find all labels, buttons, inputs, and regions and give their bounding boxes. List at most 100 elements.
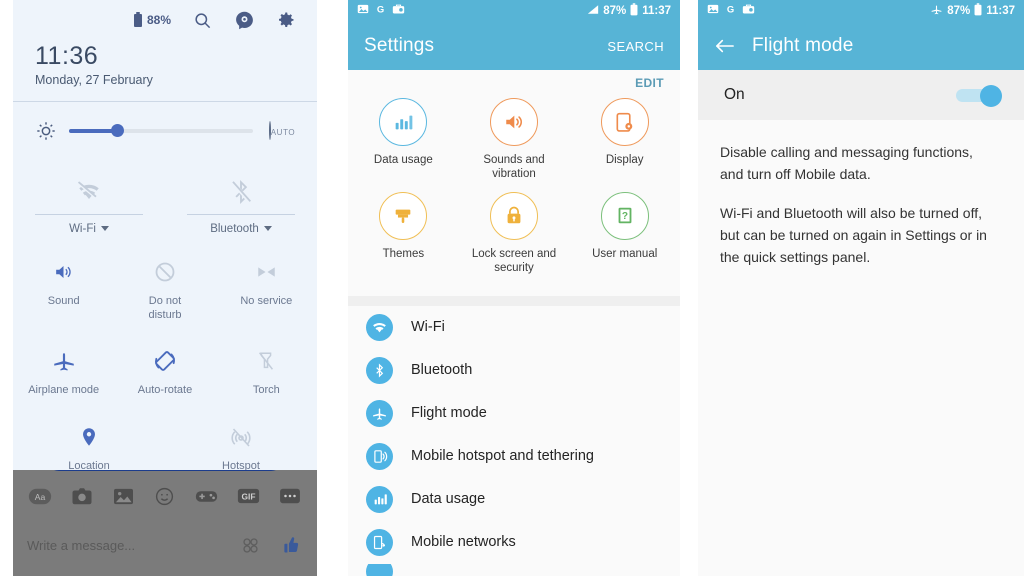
brightness-slider[interactable] [69, 122, 253, 140]
page-title: Flight mode [752, 35, 854, 56]
quick-settings-panel: 88% 11:36 Monday, 27 February AUTO Wi-Fi… [0, 0, 330, 576]
flight-mode-toggle-row[interactable]: On [698, 70, 1024, 120]
favourite-user-manual[interactable]: ? User manual [569, 191, 680, 286]
settings-row-mobile-hotspot[interactable]: Mobile hotspot and tethering [348, 435, 680, 478]
emoji-icon[interactable] [152, 483, 178, 509]
games-icon[interactable] [194, 483, 220, 509]
gear-icon[interactable] [275, 9, 297, 31]
settings-row-mobile-networks[interactable]: Mobile networks [348, 521, 680, 564]
brightness-sun-icon [35, 120, 57, 142]
bluetooth-label: Bluetooth [210, 222, 259, 235]
messenger-avatar-icon[interactable] [233, 9, 255, 31]
slider-knob[interactable] [111, 124, 124, 138]
partial-row-icon [366, 563, 393, 576]
quick-tile-torch[interactable]: Torch [216, 342, 317, 412]
settings-row-wifi[interactable]: Wi-Fi [348, 306, 680, 349]
flight-app-bar: Flight mode [698, 22, 1024, 70]
wifi-icon [366, 313, 393, 341]
quick-tile-location-label: Location [68, 460, 110, 470]
mobile-network-icon [366, 528, 393, 556]
favourite-display[interactable]: Display [569, 98, 680, 192]
quick-tile-bluetooth[interactable]: Bluetooth [165, 170, 317, 235]
brightness-row: AUTO [13, 102, 317, 160]
quick-tile-bluetooth-label: Bluetooth [165, 215, 317, 235]
status-bar-notification-icons: G [357, 2, 405, 20]
quick-tile-dnd-label: Do not disturb [148, 294, 182, 321]
section-divider [348, 295, 680, 306]
slider-fill [69, 128, 117, 133]
speaker-icon [490, 98, 538, 146]
bar-chart-icon [366, 485, 393, 513]
padlock-icon [490, 191, 538, 240]
text-format-icon[interactable]: Aa [27, 483, 53, 509]
settings-row-bluetooth[interactable]: Bluetooth [348, 349, 680, 392]
favourites-grid: Data usage Sounds andvibration Display [348, 96, 680, 296]
favourites-row: Data usage Sounds and vibration Display [348, 98, 680, 192]
auto-brightness-button[interactable]: AUTO [265, 120, 299, 140]
bluetooth-off-icon [165, 170, 317, 214]
settings-row-data-usage[interactable]: Data usage [348, 478, 680, 521]
back-arrow-icon[interactable] [714, 37, 736, 55]
gif-icon[interactable]: GIF [235, 483, 261, 509]
settings-row-label: Bluetooth [411, 362, 473, 378]
clock-date: Monday, 27 February [35, 72, 153, 87]
settings-row-label: Wi-Fi [411, 319, 445, 335]
battery-percent-label: 87% [947, 5, 971, 17]
google-icon: G [375, 2, 386, 20]
favourite-data-usage[interactable]: Data usage [348, 98, 459, 192]
flight-mode-panel: G 87% 11:37 Flight mode On Disable calli… [698, 0, 1024, 576]
quick-tile-airplane-mode[interactable]: Airplane mode [13, 342, 114, 412]
quick-tile-no-service[interactable]: No service [216, 253, 317, 337]
quick-tile-hotspot[interactable]: Hotspot [165, 418, 317, 470]
battery-percent-label: 88% [146, 13, 171, 27]
status-bar-system-icons: 87% 11:37 [587, 3, 671, 19]
quick-tile-torch-label: Torch [252, 384, 280, 397]
battery-indicator: 88% [133, 11, 171, 27]
bar-chart-icon [379, 98, 428, 146]
settings-row-partial[interactable] [348, 563, 680, 576]
messenger-input-row[interactable]: Write a message... [13, 521, 317, 569]
quick-tile-dnd[interactable]: Do not disturb [114, 253, 215, 337]
chevron-down-icon[interactable] [100, 226, 109, 232]
hotspot-icon [366, 442, 393, 470]
edit-button[interactable]: EDIT [635, 76, 664, 90]
favourite-themes[interactable]: Themes [348, 191, 459, 286]
status-bar-system-icons: 87% 11:37 [930, 3, 1015, 19]
wifi-bluetooth-pair: Wi-Fi Bluetooth [13, 160, 317, 235]
auto-rotate-icon [114, 342, 215, 380]
favourite-label: Lock screen and security [471, 247, 557, 275]
stickers-icon[interactable] [237, 532, 263, 558]
favourite-label: Sounds and vibration [483, 154, 545, 181]
hotspot-off-icon [165, 418, 317, 456]
do-not-disturb-icon [114, 253, 215, 291]
switch-knob[interactable] [980, 85, 1002, 107]
search-button[interactable]: SEARCH [607, 39, 664, 54]
display-icon [600, 98, 649, 146]
settings-row-flight-mode[interactable]: Flight mode [348, 392, 680, 435]
thumbs-up-icon[interactable] [277, 532, 303, 558]
chevron-down-icon[interactable] [263, 226, 272, 232]
favourite-sounds-and-vibration[interactable]: Sounds and vibration [459, 98, 570, 192]
quick-tile-grid: Sound Do not disturb No service Airplane… [13, 235, 317, 470]
quick-tile-airplane-label: Airplane mode [28, 384, 100, 397]
flight-mode-description: Disable calling and messaging functions,… [698, 120, 1024, 268]
description-paragraph-1: Disable calling and messaging functions,… [720, 144, 973, 182]
quick-tile-wifi[interactable]: Wi-Fi [13, 170, 165, 235]
gallery-icon[interactable] [110, 483, 136, 509]
favourite-lock-screen-and-security[interactable]: Lock screen and security [459, 191, 570, 286]
quick-tile-auto-rotate[interactable]: Auto-rotate [114, 342, 215, 412]
flight-mode-switch[interactable] [956, 85, 1002, 107]
camera-icon[interactable] [69, 483, 95, 509]
more-icon[interactable] [277, 483, 303, 509]
flight-status-bar: G 87% 11:37 [698, 0, 1024, 22]
favourites-row: Themes Lock screen and security ? User ma… [348, 191, 680, 286]
settings-row-label: Data usage [411, 491, 486, 507]
search-icon[interactable] [191, 9, 213, 31]
sound-icon [13, 253, 114, 291]
message-input-placeholder[interactable]: Write a message... [27, 538, 135, 553]
settings-panel: G 87% 11:37 Settings SEARCH EDIT Data us… [348, 0, 680, 576]
airplane-icon [13, 342, 114, 380]
quick-tile-sound[interactable]: Sound [13, 253, 114, 337]
wifi-label: Wi-Fi [69, 222, 96, 235]
quick-tile-location[interactable]: Location [13, 418, 165, 470]
